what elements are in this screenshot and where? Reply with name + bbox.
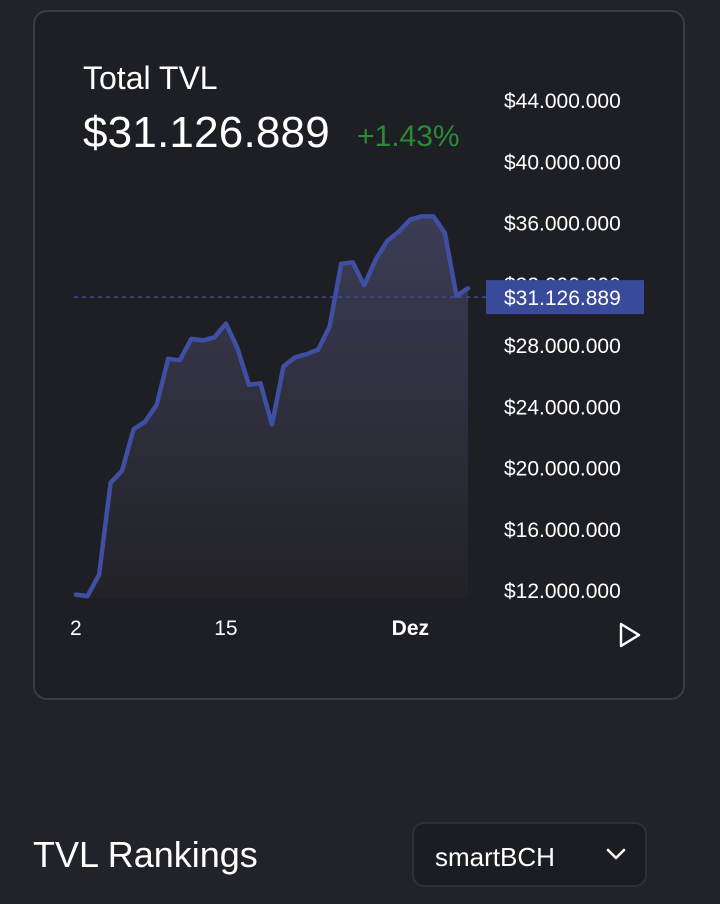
current-price-label: $31.126.889 [504, 287, 621, 310]
tvl-rankings-heading: TVL Rankings [33, 834, 258, 875]
x-tick-label: 15 [214, 617, 237, 640]
chevron-down-icon [606, 848, 626, 860]
x-tick-label: 2 [70, 617, 82, 640]
y-tick-label: $20.000.000 [504, 458, 621, 481]
y-tick-label: $24.000.000 [504, 396, 621, 419]
area-fill [76, 216, 468, 598]
y-tick-label: $16.000.000 [504, 519, 621, 542]
chain-select-value: smartBCH [435, 842, 555, 872]
tvl-area-chart[interactable]: $44.000.000$40.000.000$36.000.000$32.000… [0, 0, 720, 720]
chain-select[interactable]: smartBCH [412, 822, 647, 887]
play-icon[interactable] [614, 620, 644, 650]
x-tick-label: Dez [392, 617, 429, 640]
y-tick-label: $44.000.000 [504, 90, 621, 113]
y-tick-label: $28.000.000 [504, 335, 621, 358]
y-tick-label: $36.000.000 [504, 213, 621, 236]
y-tick-label: $40.000.000 [504, 151, 621, 174]
y-tick-label: $12.000.000 [504, 580, 621, 603]
